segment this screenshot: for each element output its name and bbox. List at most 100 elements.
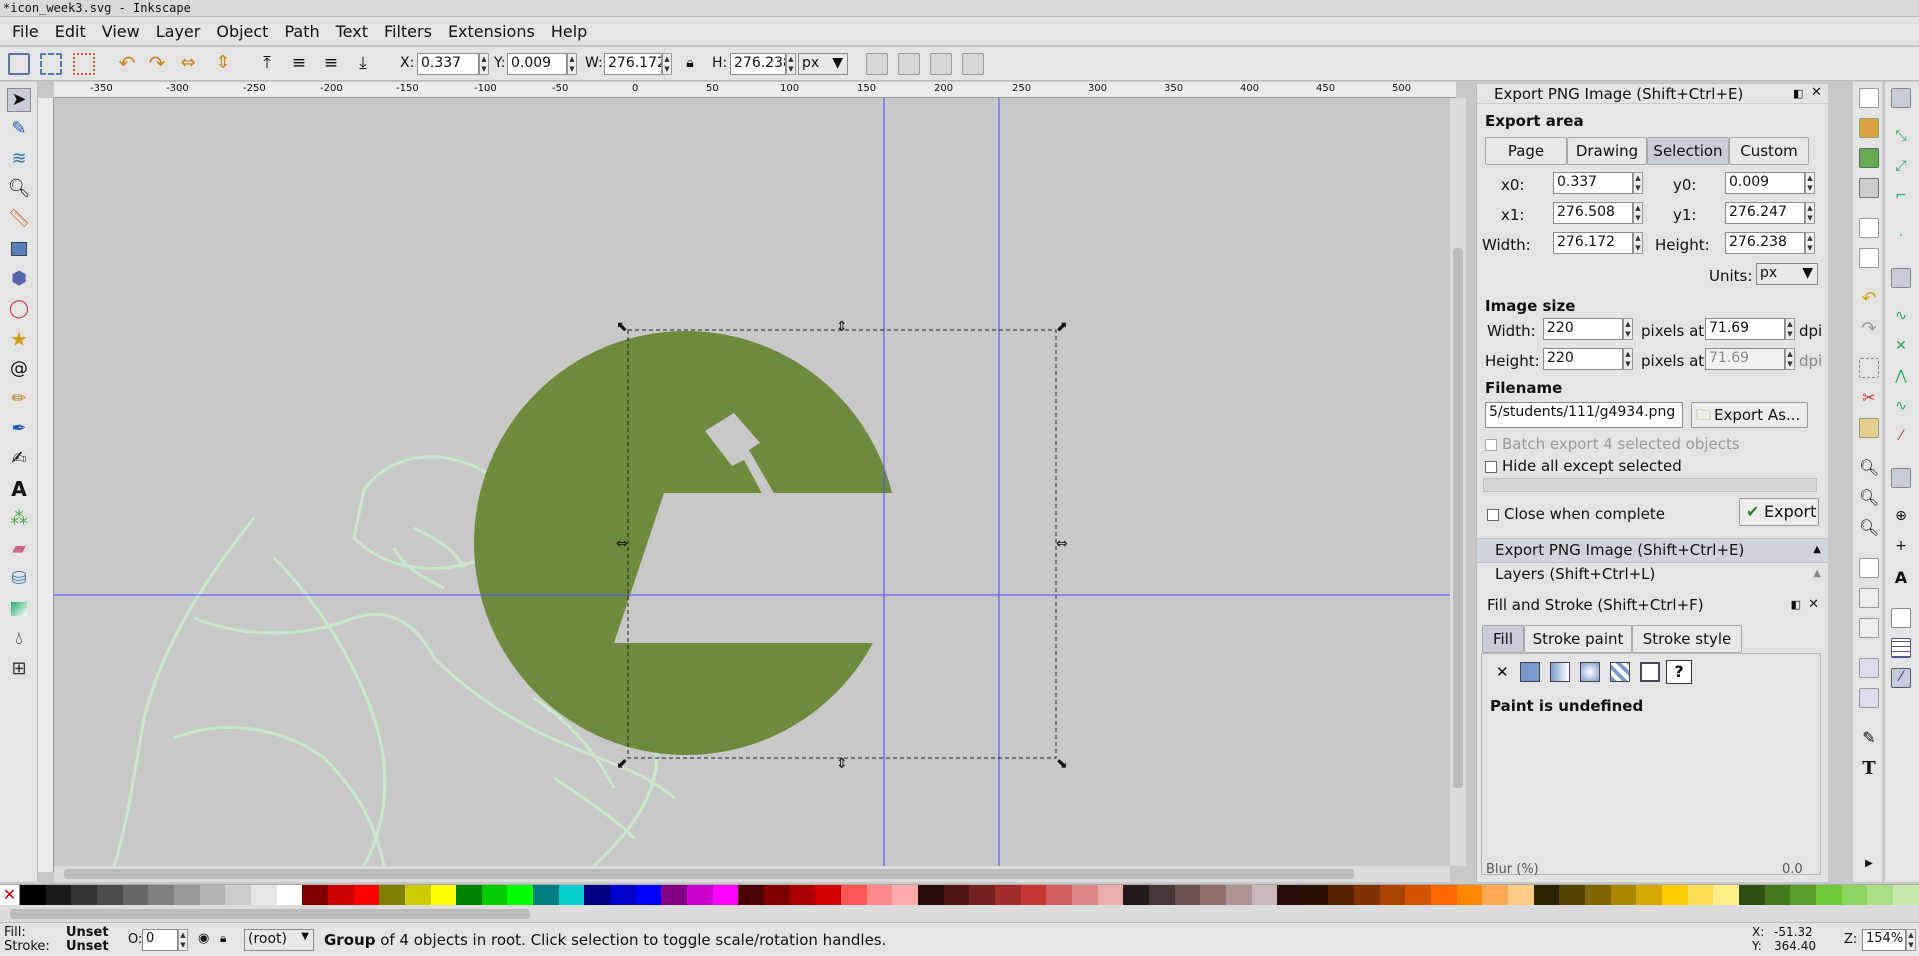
save-icon[interactable] <box>1859 148 1879 168</box>
deselect-icon[interactable] <box>73 53 95 75</box>
swatch[interactable] <box>1790 885 1816 905</box>
close-icon[interactable]: ✕ <box>1811 85 1822 100</box>
close-when-complete-checkbox[interactable]: Close when complete <box>1487 505 1665 523</box>
snap-cusp-icon[interactable]: ⋀ <box>1891 368 1911 388</box>
iconify-icon[interactable]: ◧ <box>1793 87 1803 100</box>
unlink-clone-icon[interactable] <box>1859 618 1879 638</box>
swatch[interactable] <box>20 885 46 905</box>
calligraphy-tool-icon[interactable]: ✍ <box>7 448 31 472</box>
fill-value[interactable]: Unset <box>66 925 109 940</box>
snap-nodes-icon[interactable] <box>1891 268 1911 288</box>
swatch[interactable] <box>250 885 277 905</box>
snap-intersection-icon[interactable]: ✕ <box>1891 338 1911 358</box>
menu-layer[interactable]: Layer <box>148 22 209 41</box>
zoom-page-icon[interactable]: 🔍︎ <box>1859 518 1879 538</box>
swatch[interactable] <box>841 885 867 905</box>
width-spinner[interactable]: ▲ ▼ <box>1633 232 1643 254</box>
zoom-selection-icon[interactable]: 🔍︎ <box>1859 458 1879 478</box>
swatch[interactable] <box>1764 885 1791 905</box>
snap-bbox-edge-icon[interactable]: ⤢ <box>1891 158 1911 178</box>
linear-gradient-icon[interactable] <box>1550 662 1570 682</box>
snap-path-icon[interactable]: ∿ <box>1891 308 1911 328</box>
ellipse-tool-icon[interactable]: ◯ <box>7 298 31 322</box>
snap-others-icon[interactable] <box>1891 468 1911 488</box>
swatch[interactable] <box>1277 885 1303 905</box>
img-width-spinner[interactable]: ▲ ▼ <box>1623 318 1633 340</box>
swatch[interactable] <box>1713 885 1739 905</box>
rotate-cw-icon[interactable]: ↷ <box>146 53 168 75</box>
snap-text-baseline-icon[interactable]: A <box>1891 568 1911 588</box>
tab-custom[interactable]: Custom <box>1729 137 1809 165</box>
export-button[interactable]: ✔ Export <box>1739 498 1819 526</box>
y0-field[interactable]: 0.009 <box>1725 172 1805 194</box>
pattern-icon[interactable] <box>1610 662 1630 682</box>
swatch[interactable] <box>866 885 893 905</box>
img-height-spinner[interactable]: ▲ ▼ <box>1623 348 1633 370</box>
undo-icon[interactable]: ↶ <box>1859 288 1879 309</box>
iconify-icon[interactable]: ◧ <box>1791 594 1801 616</box>
swatch[interactable] <box>379 885 405 905</box>
swatch[interactable] <box>1302 885 1329 905</box>
snap-bbox-midpoint-icon[interactable]: · <box>1891 228 1911 248</box>
fill-stroke-icon[interactable]: ✎ <box>1859 728 1879 748</box>
swatch[interactable] <box>969 885 995 905</box>
y1-spinner[interactable]: ▲ ▼ <box>1805 202 1815 224</box>
text-font-icon[interactable]: T <box>1859 758 1879 779</box>
swatch[interactable] <box>225 885 251 905</box>
swatch[interactable] <box>610 885 636 905</box>
h-spinner[interactable]: ▲ ▼ <box>786 53 796 75</box>
swatch[interactable] <box>1071 885 1098 905</box>
scale-stroke-icon[interactable] <box>866 53 888 75</box>
swatch[interactable] <box>1585 885 1611 905</box>
vscroll-thumb[interactable] <box>1453 248 1463 788</box>
dock-export-header[interactable]: Export PNG Image (Shift+Ctrl+E) ▲ <box>1477 538 1828 562</box>
x0-spinner[interactable]: ▲ ▼ <box>1633 172 1643 194</box>
swatch[interactable] <box>302 885 328 905</box>
flip-horizontal-icon[interactable]: ⇔ <box>177 53 199 75</box>
no-paint-icon[interactable]: ✕ <box>1496 663 1509 681</box>
pen-tool-icon[interactable]: ✒ <box>7 418 31 442</box>
horizontal-scrollbar[interactable] <box>54 866 1450 882</box>
paste-icon[interactable] <box>1859 418 1879 438</box>
new-document-icon[interactable] <box>1859 88 1879 108</box>
swatch[interactable] <box>1841 885 1868 905</box>
more-icon[interactable]: ▶ <box>1859 858 1879 878</box>
rotate-ccw-icon[interactable]: ↶ <box>116 53 138 75</box>
layer-visibility-icon[interactable]: ◉ <box>198 931 209 946</box>
swatch[interactable] <box>917 885 944 905</box>
snap-grid-icon[interactable] <box>1891 638 1911 658</box>
dpi-field[interactable]: 71.69 <box>1705 318 1785 340</box>
select-all-layers-icon[interactable] <box>40 53 62 75</box>
menu-filters[interactable]: Filters <box>376 22 440 41</box>
palette-scrollbar[interactable] <box>0 906 1919 922</box>
menu-object[interactable]: Object <box>208 22 276 41</box>
menu-help[interactable]: Help <box>543 22 595 41</box>
swatch[interactable] <box>943 885 970 905</box>
x1-spinner[interactable]: ▲ ▼ <box>1633 202 1643 224</box>
swatch[interactable] <box>1046 885 1072 905</box>
swatch[interactable] <box>738 885 765 905</box>
gradient-tool-icon[interactable] <box>7 598 31 622</box>
ungroup-icon[interactable] <box>1859 688 1879 708</box>
swatch[interactable] <box>687 885 713 905</box>
swatch[interactable] <box>764 885 790 905</box>
no-color-icon[interactable]: ✕ <box>0 885 20 905</box>
flat-color-icon[interactable] <box>1520 662 1540 682</box>
drawing-canvas[interactable]: ⬉ ⇕ ⬈ ⇔ ⇔ ⬋ ⇕ ⬊ <box>54 98 1450 866</box>
tweak-tool-icon[interactable]: ≋ <box>7 148 31 172</box>
tab-selection[interactable]: Selection <box>1647 137 1729 165</box>
layer-lock-icon[interactable]: 🔒︎ <box>220 931 226 946</box>
palette-scroll-thumb[interactable] <box>10 909 530 919</box>
width-field[interactable]: 276.172 <box>1553 232 1633 254</box>
swatch[interactable] <box>1174 885 1201 905</box>
swatch[interactable] <box>1892 885 1919 905</box>
copy-icon[interactable] <box>1859 358 1879 378</box>
star-tool-icon[interactable]: ★ <box>7 328 31 352</box>
swatch[interactable] <box>1123 885 1149 905</box>
snap-toggle-icon[interactable] <box>1891 88 1911 108</box>
swatch[interactable] <box>712 885 739 905</box>
vertical-scrollbar[interactable] <box>1450 98 1466 866</box>
swatch[interactable] <box>122 885 149 905</box>
swatch[interactable] <box>1354 885 1380 905</box>
spiral-tool-icon[interactable]: @ <box>7 358 31 382</box>
